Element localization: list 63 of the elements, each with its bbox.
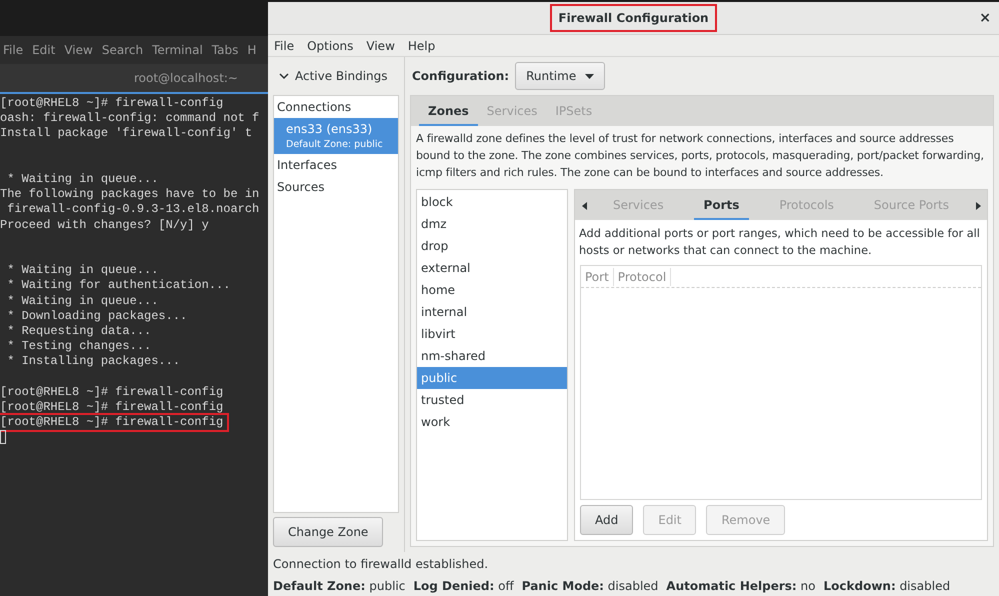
menu-item[interactable]: H [247,41,256,59]
zone-item[interactable]: dmz [417,213,567,235]
window-title: Firewall Configuration [552,6,715,30]
zone-item[interactable]: trusted [417,389,567,411]
action-button[interactable]: Add [580,505,634,535]
menu-item[interactable]: Search [102,41,144,59]
zone-item[interactable]: external [417,257,567,279]
bindings-item[interactable]: Sources [274,176,398,198]
configuration-label: Configuration: [412,68,510,85]
status-item: Automatic Helpers: no [666,578,816,595]
terminal-line: * Requesting data... [6,324,152,340]
configuration-dropdown[interactable]: Runtime [515,62,606,90]
menu-item[interactable]: View [64,41,93,59]
status-item: Lockdown: disabled [824,578,950,595]
terminal-line: [root@RHEL8 ~]# firewall-config [0,384,224,400]
terminal-line: oash: firewall-config: command not f [0,111,260,126]
zone-item[interactable]: block [417,191,567,213]
connection-zone: Default Zone: public [286,138,384,152]
terminal-line: * Waiting in queue... [6,172,158,188]
terminal-line: * Testing changes... [6,339,152,354]
zone-item[interactable]: libvirt [417,323,567,345]
zone-item[interactable]: internal [417,301,567,323]
terminal-line: Proceed with changes? [N/y] y [0,218,209,233]
bindings-expander[interactable]: Active Bindings [273,57,399,95]
status-message: Connection to firewalld established. [273,556,490,573]
menu-item[interactable]: Tabs [212,41,238,59]
dropdown-arrow-icon [585,74,594,78]
caret-icon [279,71,289,81]
terminal-line: firewall-config-0.9.3-13.el8.noarch [6,202,260,218]
terminal-line: * Installing packages... [6,354,180,370]
menu-item[interactable]: File [3,41,24,59]
menu-item[interactable]: Options [307,36,354,54]
zone-item[interactable]: home [417,279,567,301]
ports-description: Add additional ports or port ranges, which need to be accessible for all hosts or networks that can connect to the machine. [578,226,981,259]
status-item: Log Denied: off [413,578,514,595]
zone-description: A firewalld zone defines the level of trust for network connections, interfaces and source addresses bound to the zone. The zone combines services, ports, protocols, masquerading, port/packet forwarding, icmp filters and rich rules. The zone can be bound to interfaces and source addresses. [415,131,985,181]
menu-item[interactable]: Help [408,36,436,54]
connection-name: ens33 (ens33) [286,121,374,138]
menu-item[interactable]: File [274,36,294,54]
terminal-line: * Waiting in queue... [6,263,158,278]
zone-item[interactable]: work [417,411,567,433]
zone-item[interactable]: nm-shared [417,345,567,367]
terminal-line: The following packages have to be in [0,187,260,202]
bindings-item[interactable]: Connections [274,96,398,118]
bindings-item[interactable]: Interfaces [274,154,398,176]
change-zone-button[interactable]: Change Zone [273,517,384,547]
terminal-line: [root@RHEL8 ~]# firewall-config [0,96,224,112]
terminal-line: * Waiting for authentication... [6,278,230,294]
terminal-line: [root@RHEL8 ~]# firewall-config [0,415,228,430]
terminal-line: [root@RHEL8 ~]# firewall-config [0,400,224,416]
close-button[interactable]: × [979,8,991,28]
status-item: Panic Mode: disabled [522,578,658,595]
tab[interactable]: Zones [419,98,478,126]
tab[interactable]: Ports [694,192,750,220]
terminal-line: * Downloading packages... [6,308,188,324]
status-item: Default Zone: public [273,578,406,595]
menu-item[interactable]: Edit [32,41,56,59]
cursor [0,430,6,444]
terminal-line: * Waiting in queue... [6,294,158,309]
terminal-line: Install package 'firewall-config' t [0,126,252,142]
zone-item[interactable]: drop [417,235,567,257]
menu-item[interactable]: Terminal [152,41,203,59]
menu-item[interactable]: View [366,36,395,54]
